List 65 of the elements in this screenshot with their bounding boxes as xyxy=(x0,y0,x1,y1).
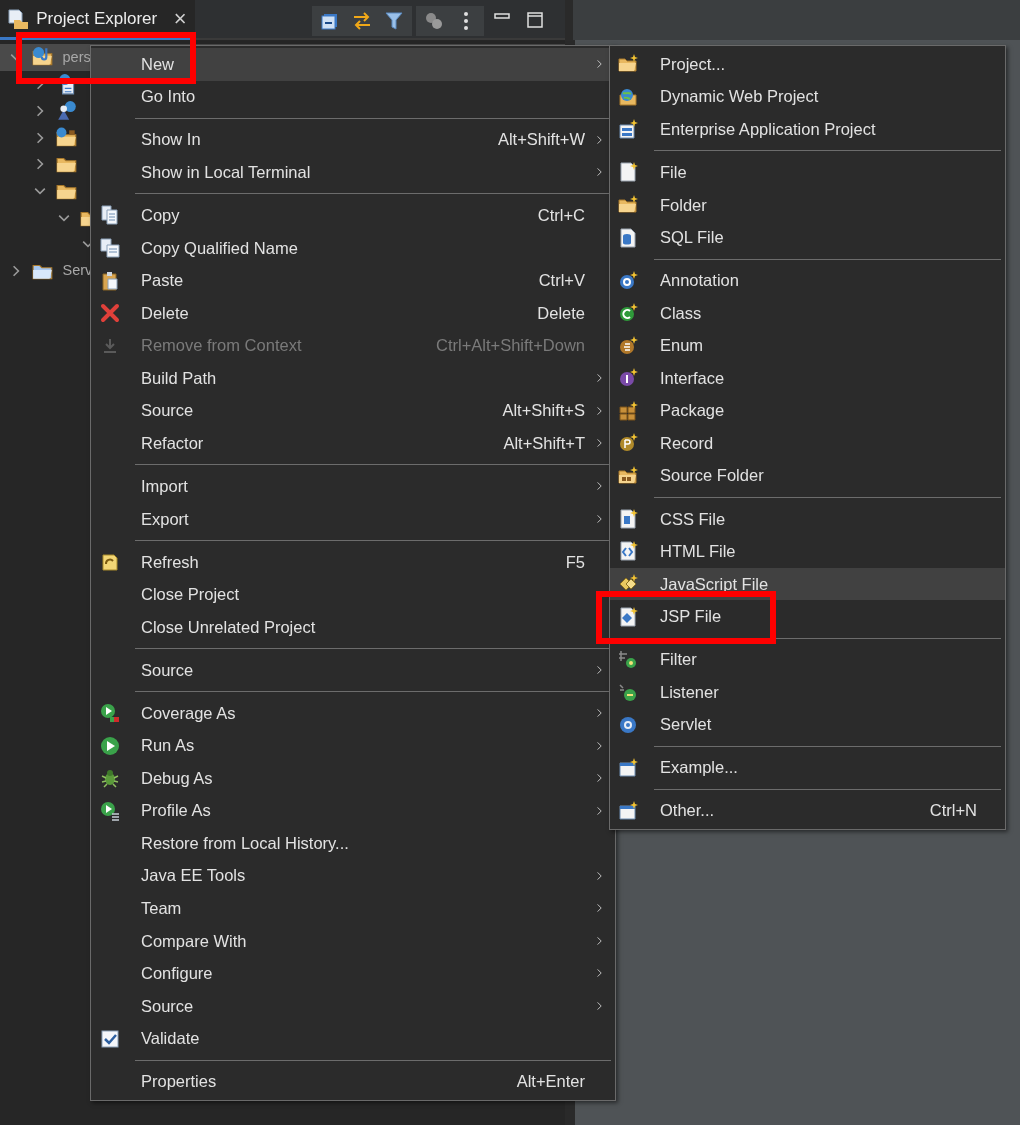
maximize-icon[interactable] xyxy=(524,10,545,30)
new-file-icon xyxy=(618,162,638,183)
jsp-file-icon xyxy=(618,606,638,627)
collapse-all-icon[interactable] xyxy=(319,11,340,31)
pages-icon xyxy=(100,238,120,258)
menu-item[interactable]: Enterprise Application Project xyxy=(610,113,1005,146)
play-icon xyxy=(100,800,120,821)
package-icon xyxy=(618,400,638,421)
menu-item[interactable]: Enum xyxy=(610,329,1005,362)
close-button[interactable]: × xyxy=(173,2,187,35)
menu-item[interactable]: Compare With xyxy=(91,924,615,958)
menu-item[interactable]: Annotation xyxy=(610,264,1005,297)
package-folder-icon xyxy=(618,465,638,486)
new-folder-icon xyxy=(618,54,638,75)
menu-item[interactable]: File xyxy=(610,156,1005,189)
menu-item[interactable]: Listener xyxy=(610,675,1005,709)
new-window-icon xyxy=(618,800,638,821)
view-title: Project Explorer xyxy=(36,7,158,30)
menu-item[interactable]: Interface xyxy=(610,361,1005,395)
cross-icon xyxy=(100,303,120,324)
menu-item[interactable]: JavaScript File xyxy=(610,567,1005,601)
checkbox-icon xyxy=(100,1028,120,1049)
menu-item[interactable]: CSS File xyxy=(610,502,1005,536)
new-window-icon xyxy=(618,757,638,778)
menu-item[interactable]: Folder xyxy=(610,188,1005,222)
enum-icon xyxy=(618,335,638,356)
menu-item[interactable]: Class xyxy=(610,296,1005,330)
explorer-icon xyxy=(8,7,28,30)
menu-item[interactable]: Team xyxy=(91,892,615,925)
clipboard-icon xyxy=(100,270,120,291)
annotation-icon xyxy=(618,270,638,291)
bug-icon xyxy=(100,768,120,789)
folder-icon xyxy=(618,194,638,215)
menu-item[interactable]: HTML File xyxy=(610,535,1005,568)
css-file-icon xyxy=(618,508,638,529)
application-icon xyxy=(618,119,638,140)
menu-item[interactable]: Package xyxy=(610,394,1005,427)
menu-item[interactable]: Configure xyxy=(91,957,615,990)
filter-icon xyxy=(618,649,638,670)
html-file-icon xyxy=(618,541,638,562)
menu-item[interactable]: Java EE Tools xyxy=(91,859,615,893)
record-icon xyxy=(618,433,638,454)
pages-icon xyxy=(100,205,120,226)
listener-icon xyxy=(618,682,638,703)
refresh-icon xyxy=(100,551,120,572)
menu-item[interactable]: Servlet xyxy=(610,708,1005,741)
menu-item[interactable]: Other... Ctrl+N xyxy=(610,794,1005,828)
menu-item[interactable]: SQL File xyxy=(610,221,1005,254)
database-icon xyxy=(618,227,638,248)
menu-item[interactable]: Example... xyxy=(610,751,1005,784)
play-icon xyxy=(100,703,120,724)
menu-item[interactable]: Dynamic Web Project xyxy=(610,80,1005,114)
menu-item[interactable]: Record xyxy=(610,427,1005,460)
menu-item[interactable]: Validate xyxy=(91,1022,615,1055)
filter-icon[interactable] xyxy=(384,11,404,31)
menu-item[interactable]: JSP File xyxy=(610,600,1005,633)
menu-item[interactable]: Restore from Local History... xyxy=(91,827,615,860)
menu-item[interactable]: Filter xyxy=(610,643,1005,676)
play-icon xyxy=(100,735,120,756)
menu-item[interactable]: Source Folder xyxy=(610,459,1005,493)
interface-icon xyxy=(618,368,638,389)
menu-item[interactable]: Source xyxy=(91,989,615,1023)
sync-arrows-icon[interactable] xyxy=(351,11,372,31)
menu-item[interactable]: Properties Alt+Enter xyxy=(91,1065,615,1098)
class-icon xyxy=(618,303,638,324)
